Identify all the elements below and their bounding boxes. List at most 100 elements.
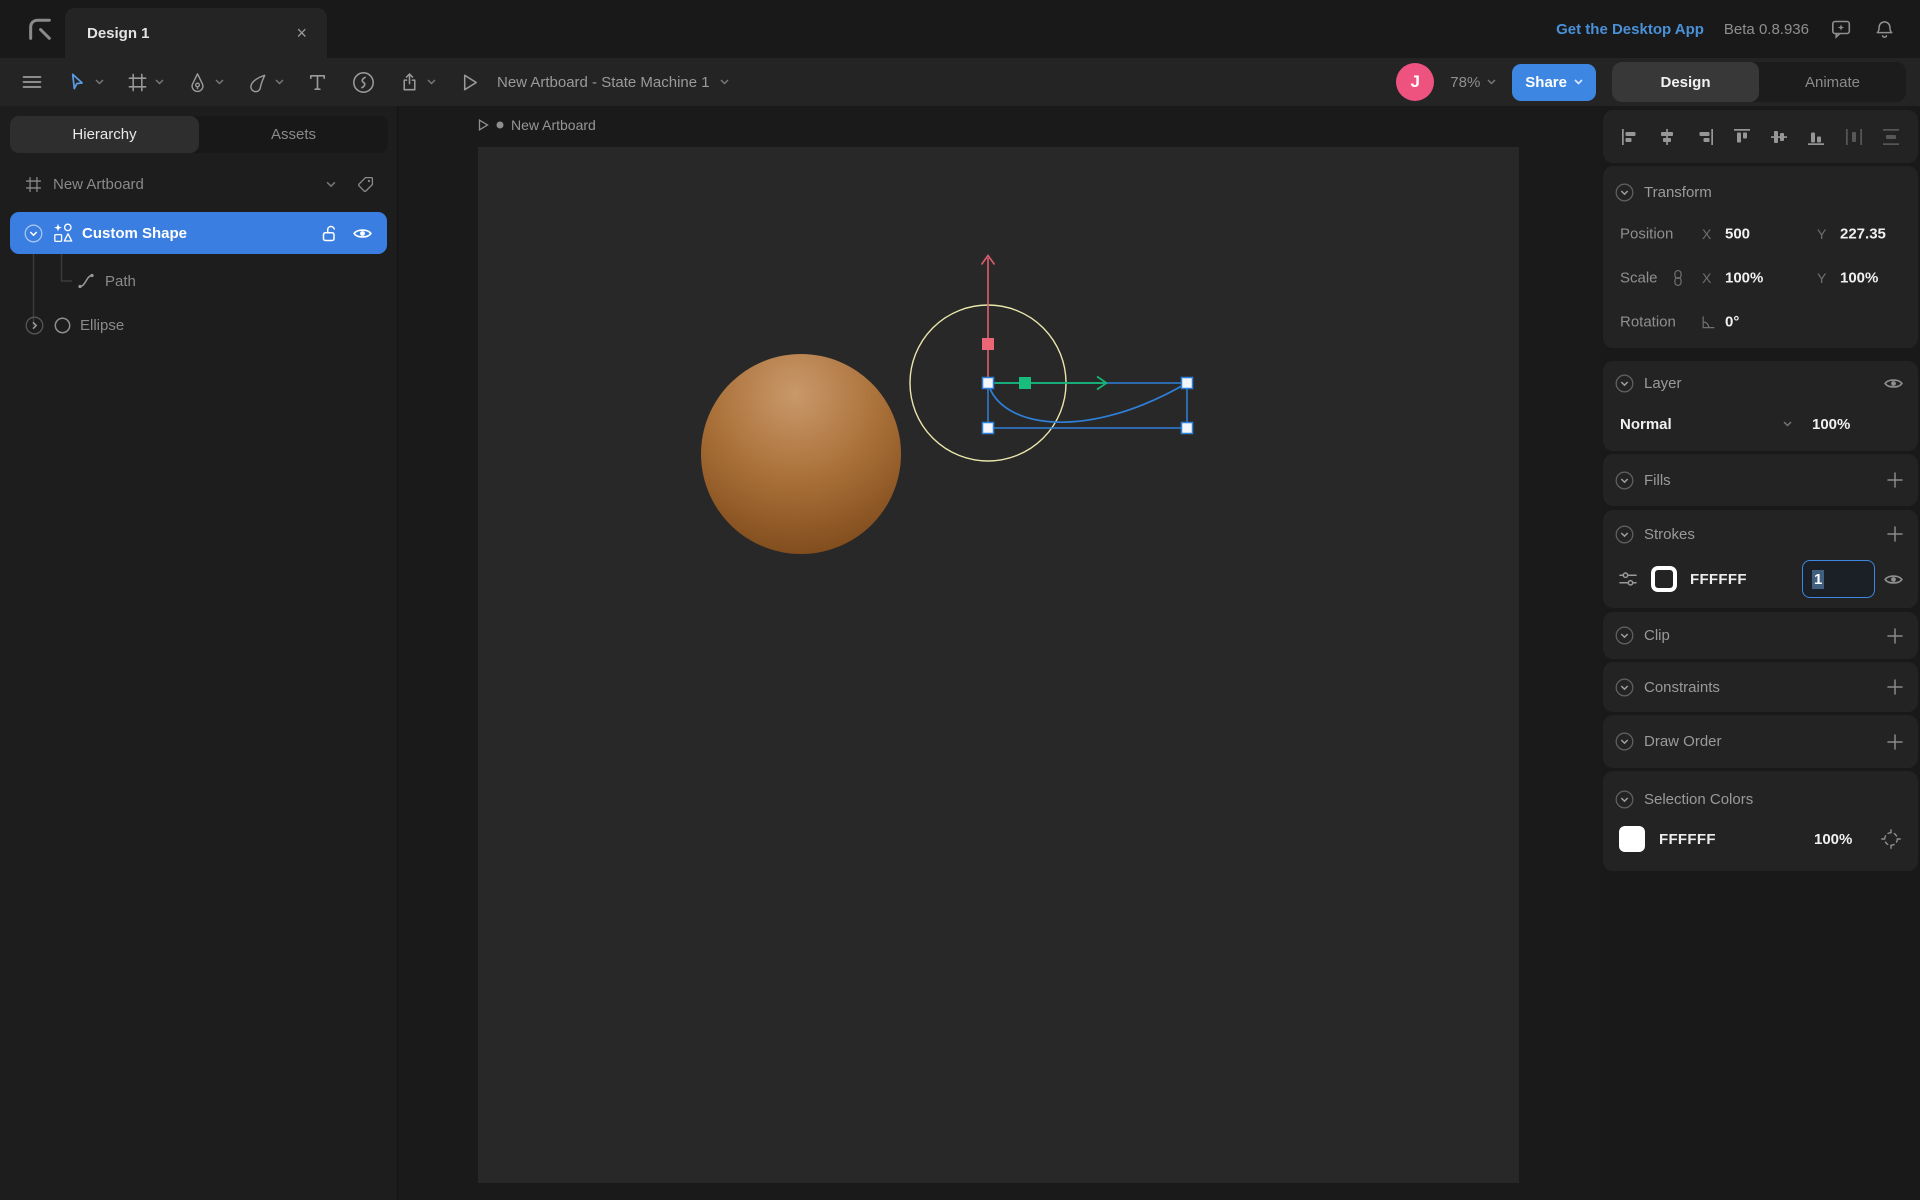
stroke-color-swatch[interactable] <box>1651 566 1677 592</box>
add-clip-plus-icon[interactable] <box>1884 625 1906 647</box>
position-y-value[interactable]: 227.35 <box>1840 226 1886 243</box>
artboard-label[interactable]: New Artboard <box>478 114 596 136</box>
tab-assets[interactable]: Assets <box>199 116 388 153</box>
add-fill-plus-icon[interactable] <box>1884 469 1906 491</box>
export-dropdown-chevron-icon[interactable] <box>427 79 436 85</box>
constraints-collapse-chevron-icon[interactable] <box>1615 678 1634 697</box>
toolbar-right: J 78% Share Design Animate <box>1396 62 1920 102</box>
transform-card-title: Transform <box>1644 184 1712 201</box>
position-x-value[interactable]: 500 <box>1725 226 1750 243</box>
custom-shape-group-icon <box>52 222 74 244</box>
tag-icon[interactable] <box>356 175 375 194</box>
tree-row-new-artboard[interactable]: New Artboard <box>0 168 397 200</box>
expand-collapse-chevron-icon[interactable] <box>25 316 44 335</box>
color-target-crosshair-icon[interactable] <box>1878 826 1904 852</box>
distribute-horizontal-icon[interactable] <box>1843 126 1865 148</box>
feedback-icon[interactable] <box>1829 17 1853 41</box>
artboard-play-icon[interactable] <box>478 119 489 131</box>
add-constraint-plus-icon[interactable] <box>1884 676 1906 698</box>
document-tab-title: Design 1 <box>87 25 150 42</box>
stroke-visibility-eye-icon[interactable] <box>1881 567 1906 592</box>
layer-collapse-chevron-icon[interactable] <box>1615 374 1634 393</box>
main-area: Hierarchy Assets New Artboard <box>0 106 1920 1200</box>
add-stroke-plus-icon[interactable] <box>1884 523 1906 545</box>
strokes-collapse-chevron-icon[interactable] <box>1615 525 1634 544</box>
shape-tool-icon[interactable] <box>240 67 290 98</box>
tree-row-path[interactable]: Path <box>0 266 397 296</box>
play-preview-icon[interactable] <box>452 67 487 98</box>
position-y-axis-label: Y <box>1817 226 1826 242</box>
layer-opacity-value[interactable]: 100% <box>1812 416 1850 433</box>
document-tab[interactable]: Design 1 × <box>65 8 327 58</box>
tree-row-ellipse[interactable]: Ellipse <box>0 308 397 342</box>
zoom-level-value: 78% <box>1450 74 1480 91</box>
clip-collapse-chevron-icon[interactable] <box>1615 626 1634 645</box>
toolbar: New Artboard - State Machine 1 J 78% Sha… <box>0 58 1920 106</box>
expand-collapse-chevron-icon[interactable] <box>24 224 43 243</box>
stroke-width-value: 1 <box>1812 570 1824 589</box>
align-horizontal-center-icon[interactable] <box>1656 126 1678 148</box>
scale-y-value[interactable]: 100% <box>1840 270 1878 287</box>
rive-logo-icon[interactable] <box>26 15 54 43</box>
unlock-icon[interactable] <box>319 223 339 243</box>
get-desktop-app-link[interactable]: Get the Desktop App <box>1556 21 1704 38</box>
distribute-vertical-icon[interactable] <box>1880 126 1902 148</box>
canvas-viewport[interactable]: New Artboard <box>398 106 1601 1200</box>
stroke-color-hex[interactable]: FFFFFF <box>1690 571 1747 588</box>
align-left-icon[interactable] <box>1619 126 1641 148</box>
artboard-row-chevron-icon[interactable] <box>326 181 336 188</box>
selection-color-opacity[interactable]: 100% <box>1814 831 1852 848</box>
transform-collapse-chevron-icon[interactable] <box>1615 183 1634 202</box>
tab-animate-mode[interactable]: Animate <box>1759 62 1906 102</box>
artboard-surface[interactable] <box>478 147 1519 1183</box>
rotation-row: Rotation 0° <box>1603 310 1918 334</box>
state-machine-lightning-icon[interactable] <box>345 66 382 99</box>
selection-color-row: FFFFFF 100% <box>1619 825 1904 853</box>
align-top-icon[interactable] <box>1731 126 1753 148</box>
active-artboard-state-machine-menu[interactable]: New Artboard - State Machine 1 <box>497 74 729 91</box>
stroke-width-input[interactable]: 1 <box>1802 560 1875 598</box>
beta-version-label: Beta 0.8.936 <box>1724 21 1809 38</box>
visibility-eye-icon[interactable] <box>352 223 373 244</box>
main-menu-hamburger-icon[interactable] <box>14 66 50 98</box>
user-avatar[interactable]: J <box>1396 63 1434 101</box>
tab-close-icon[interactable]: × <box>292 22 311 44</box>
share-button[interactable]: Share <box>1512 64 1596 101</box>
artboard-dot-icon <box>496 121 504 129</box>
selection-color-hex[interactable]: FFFFFF <box>1659 831 1716 848</box>
scale-x-axis-label: X <box>1702 270 1711 286</box>
shape-tool-dropdown-chevron-icon[interactable] <box>275 79 284 85</box>
selection-color-swatch[interactable] <box>1619 826 1645 852</box>
align-bottom-icon[interactable] <box>1805 126 1827 148</box>
add-draw-order-plus-icon[interactable] <box>1884 731 1906 753</box>
text-tool-icon[interactable] <box>300 67 335 98</box>
blend-mode-select[interactable]: Normal 100% <box>1620 409 1906 439</box>
selection-colors-collapse-chevron-icon[interactable] <box>1615 790 1634 809</box>
artboard-tool-dropdown-chevron-icon[interactable] <box>155 79 164 85</box>
pen-tool-dropdown-chevron-icon[interactable] <box>215 79 224 85</box>
select-tool-dropdown-chevron-icon[interactable] <box>95 79 104 85</box>
tab-hierarchy[interactable]: Hierarchy <box>10 116 199 153</box>
tab-design-mode[interactable]: Design <box>1612 62 1759 102</box>
notifications-bell-icon[interactable] <box>1873 18 1896 41</box>
layer-visibility-eye-icon[interactable] <box>1881 371 1906 396</box>
zoom-level-control[interactable]: 78% <box>1450 74 1496 91</box>
link-scale-chain-icon[interactable] <box>1671 268 1685 288</box>
artboard-menu-chevron-icon <box>720 79 729 85</box>
scale-x-value[interactable]: 100% <box>1725 270 1763 287</box>
artboard-tool-icon[interactable] <box>120 67 170 98</box>
export-share-icon[interactable] <box>392 67 442 98</box>
fills-collapse-chevron-icon[interactable] <box>1615 471 1634 490</box>
share-chevron-icon <box>1574 79 1583 85</box>
align-right-icon[interactable] <box>1694 126 1716 148</box>
select-tool-icon[interactable] <box>60 67 110 98</box>
hierarchy-tree: New Artboard <box>0 160 397 460</box>
draw-order-collapse-chevron-icon[interactable] <box>1615 732 1634 751</box>
rotation-value[interactable]: 0° <box>1725 314 1739 331</box>
align-vertical-center-icon[interactable] <box>1768 126 1790 148</box>
stroke-options-sliders-icon[interactable] <box>1615 566 1641 592</box>
rive-editor-window: Design 1 × Get the Desktop App Beta 0.8.… <box>0 0 1920 1200</box>
pen-tool-icon[interactable] <box>180 67 230 98</box>
artboard-frame-icon <box>24 175 43 194</box>
tree-row-custom-shape[interactable]: Custom Shape <box>10 212 387 254</box>
